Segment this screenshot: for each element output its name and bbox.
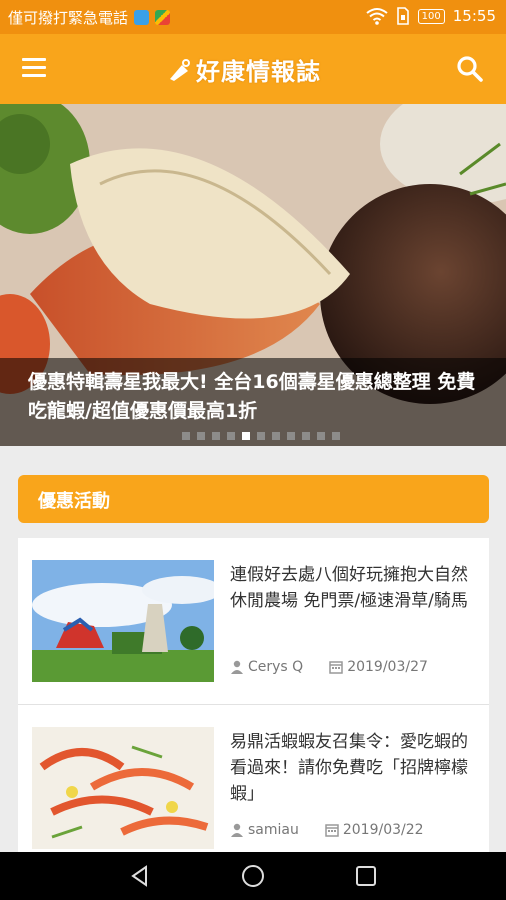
article-date: 2019/03/27: [347, 659, 428, 675]
article-date: 2019/03/22: [342, 822, 424, 838]
user-icon: [231, 823, 243, 837]
section-title: 優惠活動: [38, 491, 110, 512]
app-bar: 好康情報誌: [0, 34, 506, 104]
sim-icon: [396, 7, 409, 25]
carousel-dot[interactable]: [257, 432, 265, 440]
article-card[interactable]: 連假好去處八個好玩擁抱大自然休閒農場 免門票/極速滑草/騎馬 Cerys Q 2…: [18, 538, 489, 705]
farm-image: [32, 560, 214, 682]
article-title[interactable]: 連假好去處八個好玩擁抱大自然休閒農場 免門票/極速滑草/騎馬: [230, 562, 480, 614]
notification-app-icon: [134, 10, 150, 25]
carousel-dot[interactable]: [227, 432, 235, 440]
hamburger-menu-icon[interactable]: [22, 58, 46, 80]
article-card[interactable]: 易鼎活蝦蝦友召集令：愛吃蝦的看過來！請你免費吃「招牌檸檬蝦」 samiau 20…: [18, 705, 489, 856]
battery-indicator: 100: [417, 8, 445, 24]
carousel-dot[interactable]: [332, 432, 340, 440]
article-thumbnail[interactable]: [32, 560, 214, 682]
app-logo: 好康情報誌: [166, 52, 321, 87]
calendar-icon: [325, 824, 339, 837]
carousel-dot[interactable]: [182, 432, 190, 440]
article-title[interactable]: 易鼎活蝦蝦友召集令：愛吃蝦的看過來！請你免費吃「招牌檸檬蝦」: [230, 729, 480, 807]
status-bar: 僅可撥打緊急電話 100 15:55: [0, 0, 506, 34]
app-title: 好康情報誌: [196, 58, 321, 86]
carousel-dot[interactable]: [287, 432, 295, 440]
clock: 15:55: [452, 7, 496, 25]
user-icon: [231, 660, 243, 674]
recents-icon[interactable]: [354, 864, 378, 888]
hero-caption: 優惠特輯壽星我最大! 全台16個壽星優惠總整理 免費吃龍蝦/超值優惠價最高1折: [0, 358, 506, 446]
calendar-icon: [329, 661, 343, 674]
carousel-dot[interactable]: [212, 432, 220, 440]
carousel-dot[interactable]: [242, 432, 250, 440]
carousel-dot[interactable]: [197, 432, 205, 440]
wifi-icon: [366, 8, 388, 25]
system-nav-bar: [0, 852, 506, 900]
carousel-dot[interactable]: [317, 432, 325, 440]
article-author: Cerys Q: [248, 659, 304, 675]
back-icon[interactable]: [128, 864, 152, 888]
section-header: 優惠活動: [18, 475, 489, 523]
hero-title[interactable]: 優惠特輯壽星我最大! 全台16個壽星優惠總整理 免費吃龍蝦/超值優惠價最高1折: [28, 368, 478, 426]
carousel-dot[interactable]: [302, 432, 310, 440]
search-icon[interactable]: [456, 55, 484, 83]
carousel-indicator: [182, 432, 340, 440]
article-meta: Cerys Q 2019/03/27: [230, 659, 428, 675]
carrier-text: 僅可撥打緊急電話: [8, 9, 129, 27]
horn-logo-icon: [170, 58, 190, 81]
article-meta: samiau 2019/03/22: [230, 822, 424, 838]
shrimp-image: [32, 727, 214, 849]
carousel-dot[interactable]: [272, 432, 280, 440]
hero-carousel[interactable]: 優惠特輯壽星我最大! 全台16個壽星優惠總整理 免費吃龍蝦/超值優惠價最高1折: [0, 104, 506, 446]
article-author: samiau: [248, 822, 299, 838]
article-thumbnail[interactable]: [32, 727, 214, 849]
home-icon[interactable]: [241, 864, 265, 888]
play-store-icon: [155, 10, 171, 25]
